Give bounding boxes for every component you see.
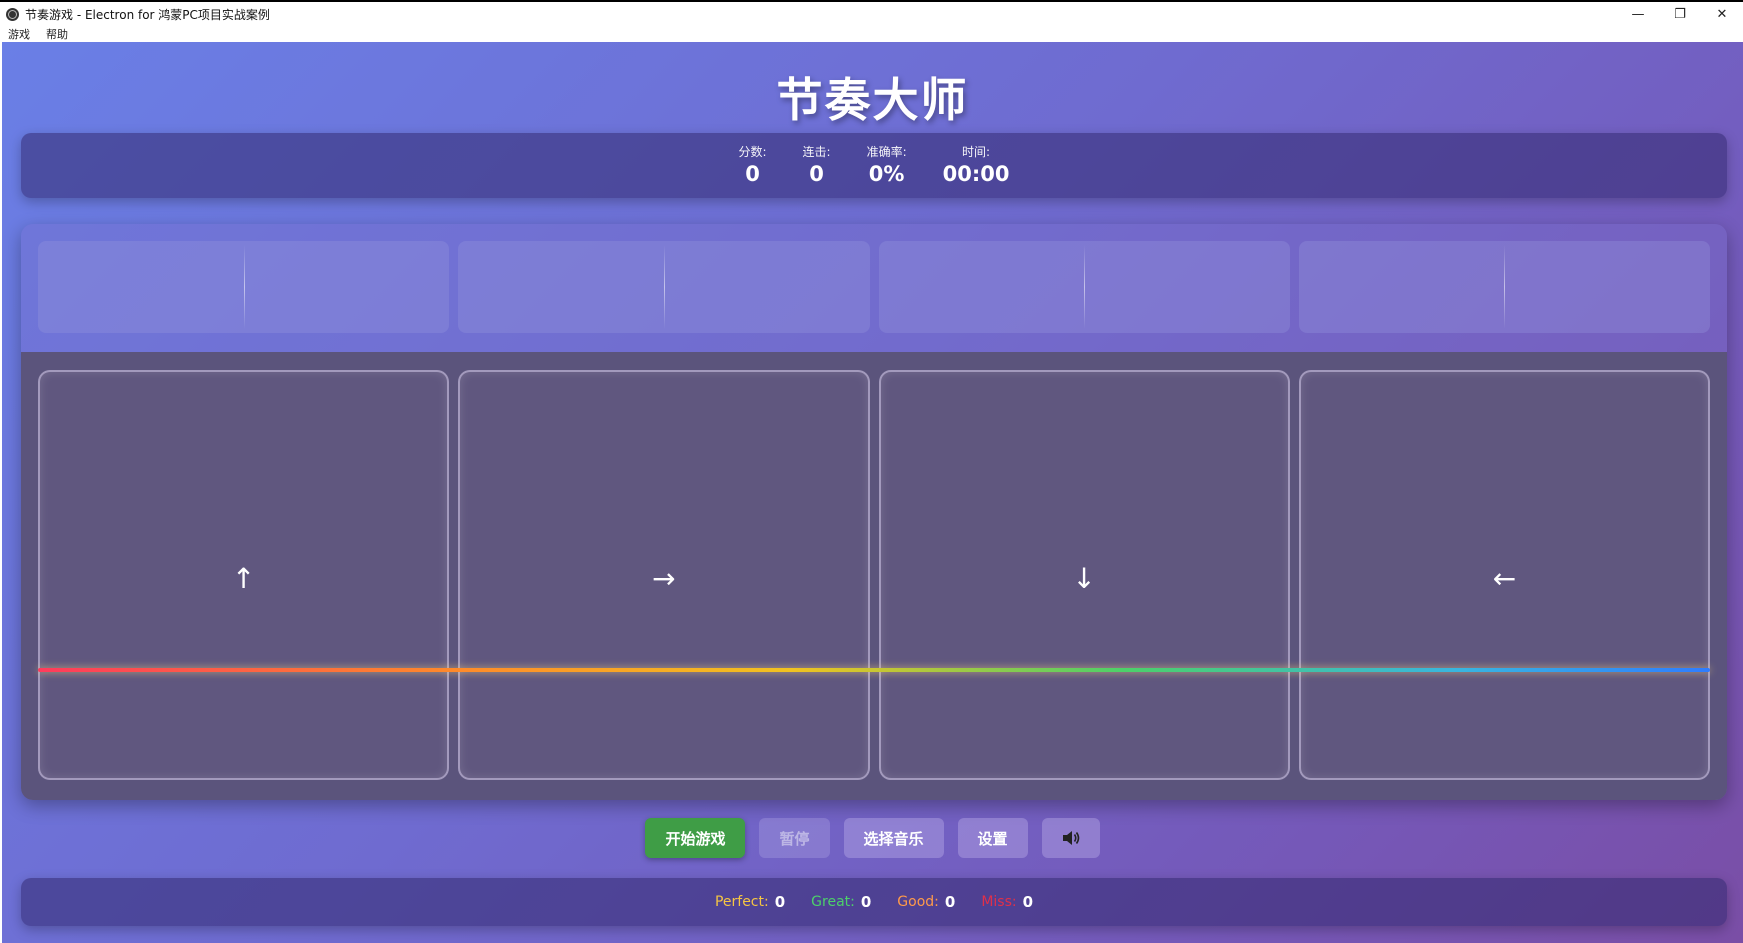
restore-icon[interactable]: ❐: [1659, 2, 1701, 26]
arrow-down-icon: ↓: [1072, 562, 1096, 595]
menubar: 游戏 帮助: [0, 26, 1743, 42]
game-stage: ↑ → ↓ ←: [21, 224, 1727, 800]
settings-button[interactable]: 设置: [957, 818, 1028, 858]
judgment-line: [38, 668, 1710, 672]
menu-game[interactable]: 游戏: [0, 26, 38, 42]
hit-lanes: ↑ → ↓ ←: [38, 370, 1710, 780]
note-spawn-area: [38, 241, 1710, 333]
judge-label: Miss:: [981, 894, 1017, 910]
judge-miss: Miss: 0: [981, 893, 1033, 911]
play-zone: ↑ → ↓ ←: [21, 352, 1727, 800]
judge-perfect: Perfect: 0: [715, 893, 785, 911]
sound-toggle-button[interactable]: [1041, 818, 1100, 858]
perfect-count: 0: [774, 893, 786, 911]
stat-accuracy: 准确率: 0%: [863, 133, 911, 198]
speaker-icon: [1062, 831, 1079, 845]
combo-value: 0: [809, 162, 824, 186]
arrow-right-icon: →: [652, 562, 676, 595]
arrow-left-icon: ←: [1492, 562, 1517, 595]
accuracy-value: 0%: [868, 162, 905, 186]
stat-label: 时间:: [962, 145, 991, 159]
lane-right[interactable]: →: [458, 370, 870, 780]
lane-down[interactable]: ↓: [878, 370, 1290, 780]
stat-score: 分数: 0: [735, 133, 771, 198]
stat-label: 准确率:: [866, 145, 907, 159]
window-titlebar: 节奏游戏 - Electron for 鸿蒙PC项目实战案例 — ❐ ✕: [0, 0, 1743, 26]
time-value: 00:00: [942, 162, 1010, 186]
stats-panel: 分数: 0 连击: 0 准确率: 0% 时间: 00:00: [21, 133, 1727, 198]
judgment-panel: Perfect: 0 Great: 0 Good: 0 Miss: 0: [21, 878, 1727, 926]
close-icon[interactable]: ✕: [1701, 2, 1743, 26]
miss-count: 0: [1022, 893, 1034, 911]
spawn-lane-down: [878, 241, 1290, 333]
menu-help[interactable]: 帮助: [38, 26, 76, 42]
good-count: 0: [944, 893, 956, 911]
stat-combo: 连击: 0: [799, 133, 835, 198]
app-icon: [6, 7, 19, 21]
select-music-button[interactable]: 选择音乐: [843, 818, 944, 858]
judge-good: Good: 0: [897, 893, 955, 911]
minimize-icon[interactable]: —: [1617, 2, 1659, 26]
judge-label: Perfect:: [714, 894, 769, 910]
window-title: 节奏游戏 - Electron for 鸿蒙PC项目实战案例: [25, 7, 270, 22]
controls-bar: 开始游戏 暂停 选择音乐 设置: [2, 818, 1743, 858]
stat-time: 时间: 00:00: [939, 133, 1014, 198]
arrow-up-icon: ↑: [231, 562, 256, 595]
spawn-lane-left: [1298, 241, 1710, 333]
stat-label: 连击:: [802, 145, 831, 159]
judge-great: Great: 0: [811, 893, 871, 911]
stat-label: 分数:: [738, 145, 767, 159]
lane-left[interactable]: ←: [1298, 370, 1710, 780]
pause-button[interactable]: 暂停: [759, 818, 830, 858]
game-title: 节奏大师: [776, 73, 969, 127]
lane-up[interactable]: ↑: [38, 370, 450, 780]
game-app: 节奏大师 分数: 0 连击: 0 准确率: 0% 时间: 00:00 ↑ → ↓…: [2, 42, 1743, 943]
window-controls: — ❐ ✕: [1617, 2, 1743, 26]
judge-label: Good:: [897, 894, 939, 910]
spawn-lane-right: [458, 241, 870, 333]
great-count: 0: [860, 893, 872, 911]
spawn-lane-up: [38, 241, 450, 333]
start-game-button[interactable]: 开始游戏: [645, 818, 746, 858]
score-value: 0: [745, 162, 760, 186]
judge-label: Great:: [811, 894, 855, 910]
